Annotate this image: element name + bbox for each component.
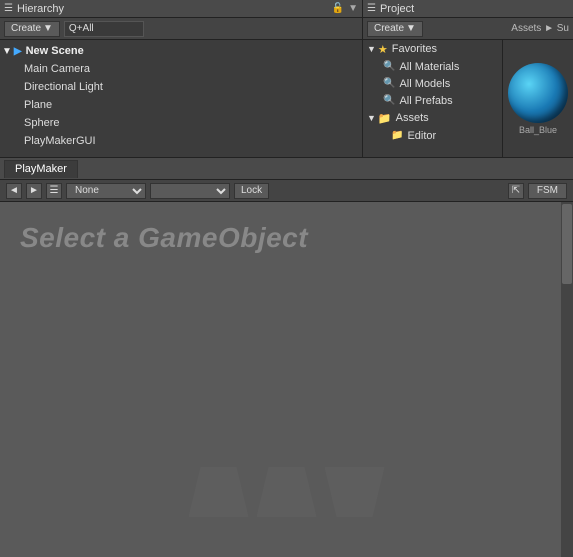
hierarchy-item-label: Directional Light	[24, 81, 103, 93]
project-all-prefabs-item[interactable]: 🔍 All Prefabs	[363, 92, 502, 109]
hierarchy-item-playmaker-gui[interactable]: PlayMakerGUI	[0, 132, 362, 150]
playmaker-forward-button[interactable]: ►	[26, 183, 42, 199]
assets-subitem-label: Editor	[407, 130, 436, 142]
fsm-label: FSM	[537, 185, 558, 196]
forward-icon: ►	[29, 185, 39, 196]
favorites-star-icon: ★	[378, 43, 388, 56]
project-titlebar: ☰ Project	[363, 0, 573, 18]
ball-preview-image	[508, 63, 568, 123]
project-content: ▼ ★ Favorites 🔍 All Materials 🔍 All Mode…	[363, 40, 573, 157]
playmaker-fsm-dropdown[interactable]	[150, 183, 230, 199]
hierarchy-item-label: Sphere	[24, 117, 59, 129]
playmaker-watermark	[189, 467, 385, 517]
project-breadcrumb: Assets ► Su	[511, 23, 569, 34]
hierarchy-create-button[interactable]: Create ▼	[4, 21, 60, 37]
hierarchy-title: Hierarchy	[17, 3, 328, 15]
playmaker-titlebar: PlayMaker	[0, 158, 573, 180]
scrollbar-thumb[interactable]	[562, 204, 572, 284]
playmaker-scrollbar[interactable]	[561, 202, 573, 557]
hierarchy-scene-name: New Scene	[26, 45, 84, 57]
select-gameobject-text: Select a GameObject	[20, 222, 308, 254]
hierarchy-item-label: PlayMakerGUI	[24, 135, 96, 147]
playmaker-panel: PlayMaker ◄ ► ☰ None Lock ⇱ FSM	[0, 157, 573, 557]
playmaker-lock-button[interactable]: Lock	[234, 183, 269, 199]
hierarchy-panel: ☰ Hierarchy 🔓 ▼ Create ▼ ▼ ▶ New Scene M…	[0, 0, 363, 157]
hierarchy-lock-icon[interactable]: 🔓	[332, 3, 344, 14]
favorites-label: Favorites	[392, 43, 437, 55]
project-panel: ☰ Project Create ▼ Assets ► Su ▼ ★ Favor…	[363, 0, 573, 157]
hierarchy-item-label: Main Camera	[24, 63, 90, 75]
fit-icon: ⇱	[512, 185, 520, 196]
project-toolbar: Create ▼ Assets ► Su	[363, 18, 573, 40]
playmaker-fsm-button[interactable]: FSM	[528, 183, 567, 199]
hierarchy-scene-item[interactable]: ▼ ▶ New Scene	[0, 42, 362, 60]
hierarchy-titlebar: ☰ Hierarchy 🔓 ▼	[0, 0, 362, 18]
lock-label: Lock	[241, 185, 262, 196]
project-favorites-header[interactable]: ▼ ★ Favorites	[363, 40, 502, 58]
ball-preview-label: Ball_Blue	[519, 125, 557, 135]
hierarchy-item-main-camera[interactable]: Main Camera	[0, 60, 362, 78]
editor-folder-icon: 📁	[391, 130, 403, 141]
favorites-item-label: All Materials	[399, 61, 459, 73]
playmaker-tab[interactable]: PlayMaker	[4, 160, 78, 178]
menu-icon: ☰	[50, 185, 59, 196]
magnify-icon: 🔍	[383, 78, 395, 89]
assets-label: Assets	[396, 112, 429, 124]
project-preview-area: Ball_Blue	[503, 40, 573, 157]
playmaker-fit-button[interactable]: ⇱	[508, 183, 524, 199]
hierarchy-item-plane[interactable]: Plane	[0, 96, 362, 114]
back-icon: ◄	[9, 185, 19, 196]
project-icon: ☰	[367, 3, 376, 14]
assets-folder-icon: 📁	[378, 112, 392, 125]
project-editor-item[interactable]: 📁 Editor	[363, 127, 502, 144]
project-create-button[interactable]: Create ▼	[367, 21, 423, 37]
favorites-item-label: All Prefabs	[399, 95, 452, 107]
playmaker-canvas: Select a GameObject	[0, 202, 573, 557]
hierarchy-items-list: ▼ ▶ New Scene Main Camera Directional Li…	[0, 40, 362, 157]
playmaker-tab-label: PlayMaker	[15, 163, 67, 175]
project-assets-header[interactable]: ▼ 📁 Assets	[363, 109, 502, 127]
project-all-materials-item[interactable]: 🔍 All Materials	[363, 58, 502, 75]
magnify-icon: 🔍	[383, 95, 395, 106]
project-tree: ▼ ★ Favorites 🔍 All Materials 🔍 All Mode…	[363, 40, 503, 157]
hierarchy-item-sphere[interactable]: Sphere	[0, 114, 362, 132]
playmaker-gameobject-dropdown[interactable]: None	[66, 183, 146, 199]
hierarchy-item-directional-light[interactable]: Directional Light	[0, 78, 362, 96]
project-all-models-item[interactable]: 🔍 All Models	[363, 75, 502, 92]
hierarchy-menu-icon[interactable]: ▼	[348, 3, 358, 14]
playmaker-canvas-area[interactable]: Select a GameObject	[0, 202, 573, 557]
magnify-icon: 🔍	[383, 61, 395, 72]
hierarchy-item-label: Plane	[24, 99, 52, 111]
playmaker-menu-button[interactable]: ☰	[46, 183, 62, 199]
hierarchy-icon: ☰	[4, 3, 13, 14]
hierarchy-toolbar: Create ▼	[0, 18, 362, 40]
playmaker-toolbar: ◄ ► ☰ None Lock ⇱ FSM	[0, 180, 573, 202]
playmaker-back-button[interactable]: ◄	[6, 183, 22, 199]
hierarchy-search-input[interactable]	[64, 21, 144, 37]
favorites-item-label: All Models	[399, 78, 450, 90]
project-title: Project	[380, 3, 569, 15]
